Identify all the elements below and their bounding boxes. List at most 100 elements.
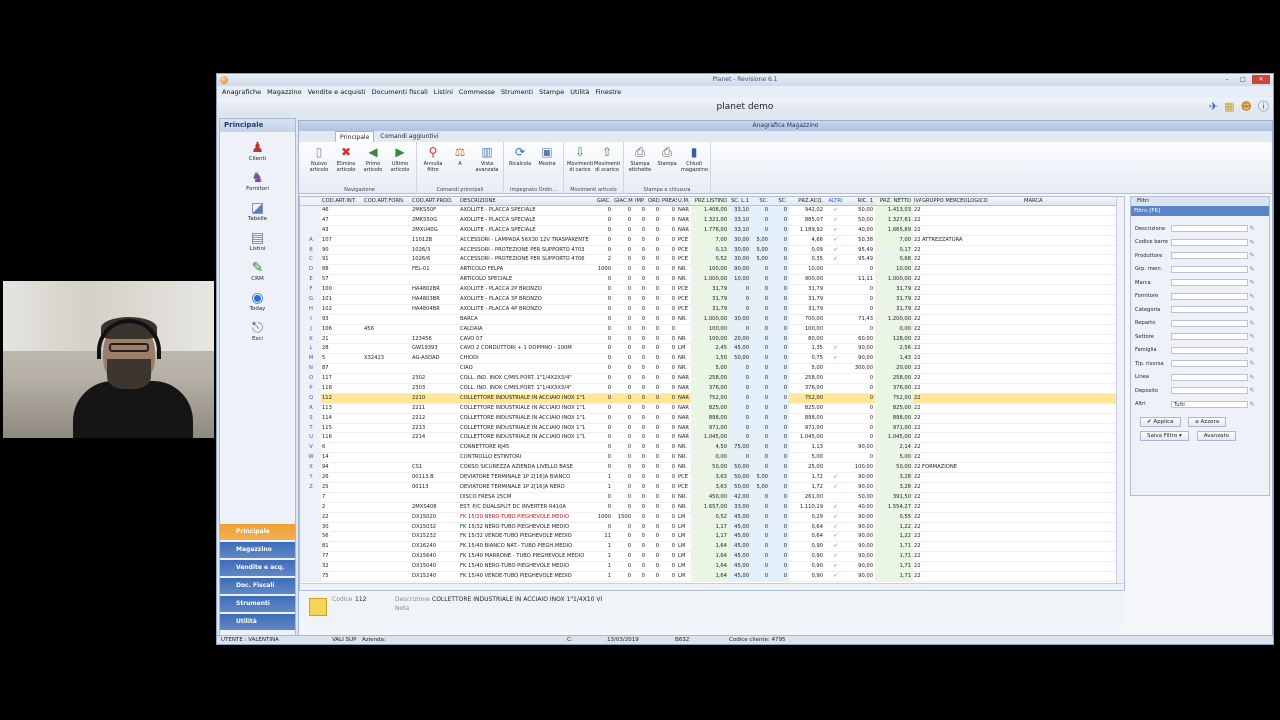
edit-icon[interactable]: ✎ bbox=[1248, 266, 1256, 273]
table-row[interactable]: P 118 2303 COLL. IND. INOX C/MIS.PORT. 1"1/… bbox=[300, 384, 1124, 394]
grid-col-10[interactable]: PRZ.LISTINO bbox=[691, 197, 729, 205]
edit-icon[interactable]: ✎ bbox=[1248, 320, 1256, 327]
grid-col-2[interactable]: COD.ART.PROD. bbox=[411, 197, 459, 205]
folder-icon[interactable]: ▦ bbox=[1224, 100, 1234, 114]
edit-icon[interactable]: ✎ bbox=[1248, 374, 1256, 381]
filter-input[interactable] bbox=[1171, 292, 1248, 300]
sidebar-item-5[interactable]: ◉ Today bbox=[220, 290, 295, 312]
grid-col-14[interactable]: PRZ.ACQ. bbox=[789, 197, 825, 205]
menu-item-7[interactable]: Stampe bbox=[539, 86, 564, 98]
menu-item-9[interactable]: Finestre bbox=[596, 86, 622, 98]
table-row[interactable]: T 115 2213 COLLETTORE INDUSTRIALE IN ACCIAI… bbox=[300, 423, 1124, 434]
filter-input[interactable] bbox=[1171, 360, 1248, 368]
grid-col-5[interactable]: GIAC.MIN. bbox=[613, 197, 633, 205]
advanced-filter-button[interactable]: Avanzato bbox=[1196, 431, 1237, 441]
edit-icon[interactable]: ✎ bbox=[1248, 347, 1256, 354]
grid-col-17[interactable]: PRZ. NETTO 1 bbox=[875, 197, 913, 205]
grid-col-4[interactable]: GIAC. bbox=[595, 197, 613, 205]
menu-item-5[interactable]: Commesse bbox=[459, 86, 495, 98]
edit-icon[interactable]: ✎ bbox=[1248, 401, 1256, 408]
edit-icon[interactable]: ✎ bbox=[1248, 360, 1256, 367]
edit-icon[interactable]: ✎ bbox=[1248, 293, 1256, 300]
table-row[interactable]: 43 2MXU40G AXOLUTE - PLACCA SPECIALE 0 0 0 0 0 N… bbox=[300, 225, 1124, 236]
reset-filter-button[interactable]: ⌀ Azzera bbox=[1188, 417, 1227, 427]
grid-col-6[interactable]: IMP. bbox=[633, 197, 647, 205]
table-row[interactable]: 22 DX15020 FK 15/20 NERO-TUBO PIEGHEVOLE M… bbox=[300, 512, 1124, 523]
grid-col-8[interactable]: PREAS. bbox=[661, 197, 677, 205]
table-row[interactable]: K 21 123456 CAVO 07 0 0 0 0 0 NR. 100,00 20,00 0 0 80,… bbox=[300, 334, 1124, 345]
maximize-button[interactable]: □ bbox=[1236, 75, 1250, 84]
table-row[interactable]: U 116 2214 COLLETTORE INDUSTRIALE IN ACCIAI… bbox=[300, 433, 1124, 444]
edit-icon[interactable]: ✎ bbox=[1248, 239, 1256, 246]
table-row[interactable]: 47 2MKS50G AXOLUTE - PLACCA SPECIALE 0 0 0 0 0 N… bbox=[300, 215, 1124, 226]
table-row[interactable]: 30 DX15032 FK 15/32 NERO-TUBO PIEGHEVOLE M… bbox=[300, 522, 1124, 533]
grid-col-0[interactable]: COD.ART.INT. bbox=[321, 197, 363, 205]
bird-icon[interactable]: ✈ bbox=[1209, 100, 1218, 114]
table-row[interactable]: C 91 1026/6 ACCESSORI - PROTEZIONE PER SUPP… bbox=[300, 255, 1124, 266]
info-icon[interactable]: ⓘ bbox=[1258, 100, 1269, 114]
filter-input[interactable] bbox=[1171, 265, 1248, 273]
apply-filter-button[interactable]: ✔ Applica bbox=[1140, 417, 1181, 427]
grid-col-3[interactable]: DESCRIZIONE bbox=[459, 197, 595, 205]
user-icon[interactable]: ☻ bbox=[1241, 100, 1252, 114]
grid-col-9[interactable]: U.M. bbox=[677, 197, 691, 205]
sidebar-item-0[interactable]: ♟ Clienti bbox=[220, 140, 295, 162]
menu-item-4[interactable]: Listini bbox=[434, 86, 453, 98]
table-row[interactable]: R 113 2211 COLLETTORE INDUSTRIALE IN ACCIAI… bbox=[300, 403, 1124, 414]
table-row[interactable]: M 5 X32423 AG-ASDAD CHIODI 0 0 0 0 0 NR. 1,50 50,00 0… bbox=[300, 354, 1124, 365]
vertical-scrollbar[interactable] bbox=[1116, 197, 1124, 590]
sidebar-item-3[interactable]: ▤ Listini bbox=[220, 230, 295, 252]
grid-col-19[interactable]: GRUPPO MERCEOLOGICO bbox=[921, 197, 1023, 205]
table-row[interactable]: Z 25 00113 DEVIATORE TERMINALE 1P 2[16]A NE… bbox=[300, 482, 1124, 493]
menu-item-0[interactable]: Anagrafiche bbox=[222, 86, 261, 98]
table-row[interactable]: J 106 456 CALDAIA 0 0 0 0 0 100,00 0 0 0 100,00 0 0,00 2… bbox=[300, 324, 1124, 335]
table-row[interactable]: O 117 2302 COLL. IND. INOX C/MIS.PORT. 1"1/… bbox=[300, 374, 1124, 385]
filter-input[interactable] bbox=[1171, 373, 1248, 381]
sidebar-item-2[interactable]: ◪ Tabelle bbox=[220, 200, 295, 222]
grid-col-15[interactable]: ALTRI FORN. bbox=[825, 197, 845, 205]
table-row[interactable]: X 94 CS1 CORSO SICUREZZA AZIENDA LIVELLO BA… bbox=[300, 463, 1124, 474]
filter-input[interactable] bbox=[1171, 346, 1248, 354]
table-row[interactable]: G 101 HA4803BR AXOLUTE - PLACCA 3P BRONZO 0 0… bbox=[300, 295, 1124, 305]
filter-input[interactable] bbox=[1171, 279, 1248, 287]
filter-input[interactable] bbox=[1171, 225, 1248, 233]
table-row[interactable]: B 90 1026/3 ACCESSORI - PROTEZIONE PER SUPP… bbox=[300, 245, 1124, 256]
table-row[interactable]: N 87 CIAO 0 0 0 0 0 NR. 5,00 0 0 0 5,00 300,00 20,00 22 bbox=[300, 364, 1124, 375]
table-row[interactable]: Y 26 00113.B DEVIATORE TERMINALE 1P 2[16]A … bbox=[300, 473, 1124, 483]
table-row[interactable]: 77 DX15640 FK 15/40 MARRONE - TUBO PIEGHEV… bbox=[300, 552, 1124, 563]
edit-icon[interactable]: ✎ bbox=[1248, 333, 1256, 340]
table-row[interactable]: W 14 CONTROLLO ESTINTORI 0 0 0 0 0 NR. 0,00 0 0 0 5,0… bbox=[300, 453, 1124, 464]
menu-item-8[interactable]: Utilità bbox=[570, 86, 589, 98]
table-row[interactable]: Q 112 2210 COLLETTORE INDUSTRIALE IN ACCIAI… bbox=[300, 393, 1124, 404]
grid-col-7[interactable]: ORD. bbox=[647, 197, 661, 205]
sidebar-item-1[interactable]: ♞ Fornitori bbox=[220, 170, 295, 192]
table-row[interactable]: 75 DX15240 FK 15/40 VERDE-TUBO PIEGHEVOLE … bbox=[300, 571, 1124, 582]
menu-item-6[interactable]: Strumenti bbox=[501, 86, 533, 98]
filter-tab[interactable]: Filtri bbox=[1131, 197, 1269, 206]
grid-col-20[interactable]: MARCA bbox=[1023, 197, 1063, 205]
sidebar-item-6[interactable]: ⎋ Esci bbox=[220, 320, 295, 342]
filter-input[interactable] bbox=[1171, 333, 1248, 341]
filter-input[interactable] bbox=[1171, 387, 1248, 395]
table-row[interactable]: D 88 FEL-01 ARTICOLO FELPA 1000 0 0 0 0 NR. 100,00… bbox=[300, 265, 1124, 276]
filter-input[interactable] bbox=[1171, 306, 1248, 314]
menu-item-3[interactable]: Documenti fiscali bbox=[372, 86, 428, 98]
grid-col-12[interactable]: SC. L.2 bbox=[751, 197, 770, 205]
sidebar-item-4[interactable]: ✎ CRM bbox=[220, 260, 295, 282]
filter-input[interactable] bbox=[1171, 238, 1248, 246]
sidebar-nav-2[interactable]: Vendite e acq. bbox=[220, 560, 295, 576]
grid-col-11[interactable]: SC. L.1 bbox=[729, 197, 751, 205]
edit-icon[interactable]: ✎ bbox=[1248, 252, 1256, 259]
table-row[interactable]: L 28 GW19393 CAVO 2 CONDUTTORI + 1 DOPPINO … bbox=[300, 344, 1124, 355]
app-orb-icon[interactable] bbox=[220, 76, 228, 84]
table-row[interactable]: 81 DX16240 FK 15/40 BIANCO NAT.- TUBO PIEG… bbox=[300, 542, 1124, 553]
horizontal-scrollbar[interactable] bbox=[300, 583, 1124, 590]
edit-icon[interactable]: ✎ bbox=[1248, 225, 1256, 232]
table-row[interactable]: E 57 ARTICOLO SPECIALE 0 0 0 0 0 NR. 1.000,00 10,0… bbox=[300, 275, 1124, 286]
table-row[interactable]: 32 DX15040 FK 15/40 NERO-TUBO PIEGHEVOLE M… bbox=[300, 562, 1124, 572]
table-row[interactable]: A 107 11012B ACCESSORI - LAMPADA 56X30 12V … bbox=[300, 235, 1124, 246]
menu-item-1[interactable]: Magazzino bbox=[267, 86, 301, 98]
grid-col-13[interactable]: SC. L.3 bbox=[770, 197, 789, 205]
table-row[interactable]: F 100 HA4802BR AXOLUTE - PLACCA 2P BRONZO 0 0… bbox=[300, 285, 1124, 296]
table-row[interactable]: 56 DX15232 FK 15/32 VERDE-TUBO PIEGHEVOLE … bbox=[300, 532, 1124, 543]
